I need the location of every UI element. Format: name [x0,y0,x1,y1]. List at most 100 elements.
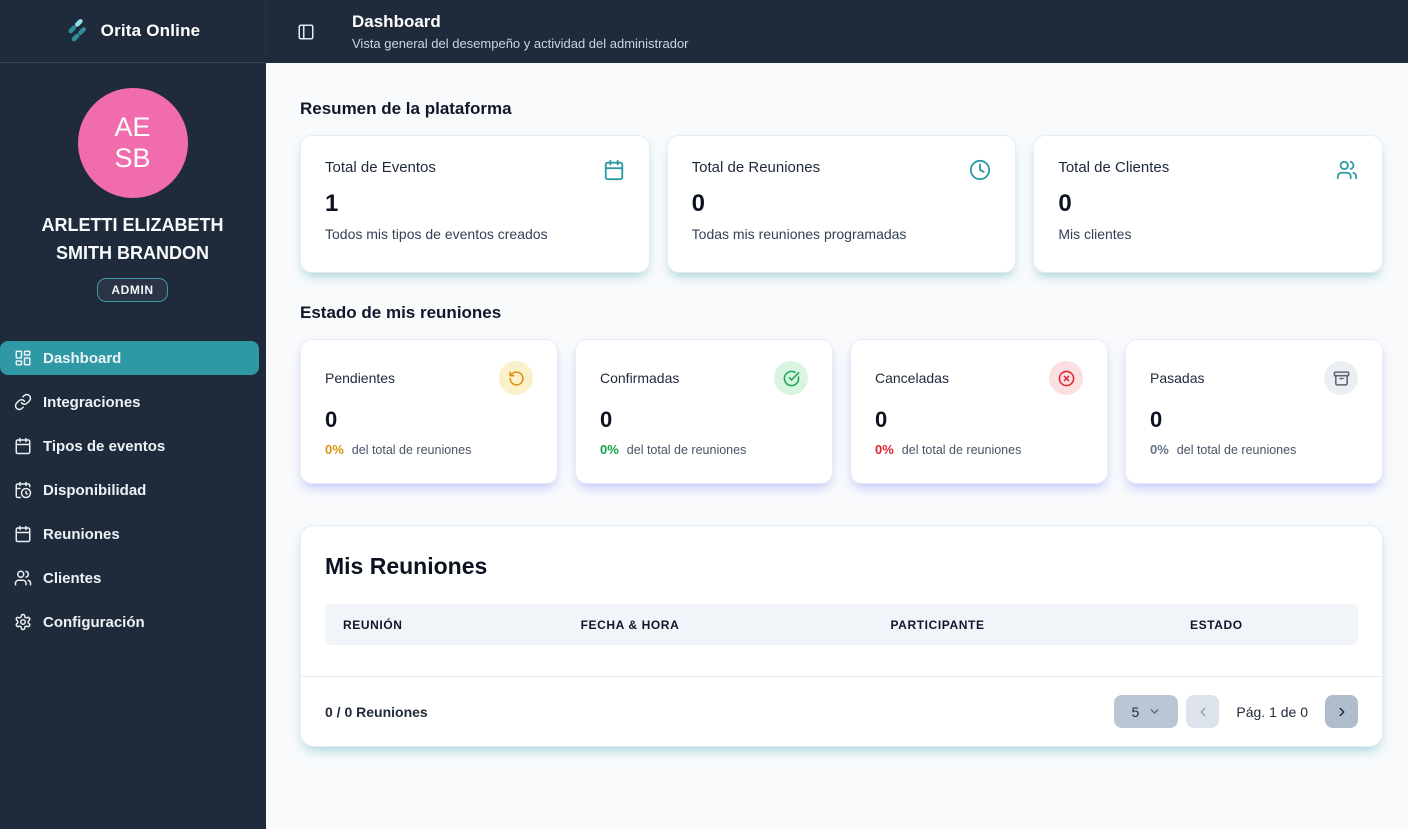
next-page-button[interactable] [1325,695,1358,728]
card-percent: 0% [875,442,894,457]
card-value: 0 [600,407,613,432]
column-header-participante: PARTICIPANTE [890,617,985,632]
card-title: Canceladas [875,370,949,386]
card-value: 0 [325,407,338,432]
content: Resumen de la plataforma Total de Evento… [266,63,1408,747]
card-total-reuniones: Total de Reuniones 0 Todas mis reuniones… [666,135,1017,273]
card-percent: 0% [325,442,344,457]
sidebar-item-label: Reuniones [43,525,120,543]
page-title: Dashboard [352,12,441,31]
link-icon [14,393,32,411]
meetings-card: Mis Reuniones REUNIÓN FECHA & HORA PARTI… [300,525,1383,747]
calendar-icon [603,159,625,181]
card-description: Todos mis tipos de eventos creados [325,226,548,242]
prev-page-button[interactable] [1186,695,1220,728]
sidebar-item-configuracion[interactable]: Configuración [0,605,259,639]
sidebar-item-clientes[interactable]: Clientes [0,561,259,595]
card-title: Confirmadas [600,370,680,386]
users-icon [1336,159,1358,181]
avatar-initials-line2: SB [114,143,151,173]
status-section: Estado de mis reuniones Pendientes 0 0% … [300,303,1383,484]
card-title: Total de Reuniones [691,159,821,176]
summary-section: Resumen de la plataforma Total de Evento… [300,99,1383,273]
sidebar-item-label: Disponibilidad [43,481,147,499]
brand-logo-icon [65,18,91,44]
sidebar-item-label: Tipos de eventos [43,437,166,455]
sidebar-item-label: Clientes [43,569,102,587]
pagination: 5 Pág. 1 de 0 [1114,695,1358,728]
circle-check-icon [774,361,808,395]
calendar-clock-icon [14,481,32,499]
card-total-clientes: Total de Clientes 0 Mis clientes [1033,135,1383,273]
card-pendientes: Pendientes 0 0% del total de reuniones [300,339,558,484]
card-percent-label: del total de reuniones [351,442,472,457]
circle-x-icon [1049,361,1083,395]
sidebar-item-integraciones[interactable]: Integraciones [0,385,259,419]
table-footer: 0 / 0 Reuniones 5 Pág. 1 de 0 [301,676,1382,746]
card-confirmadas: Confirmadas 0 0% del total de reuniones [575,339,833,484]
sidebar-item-reuniones[interactable]: Reuniones [0,517,259,551]
card-description: Mis clientes [1058,226,1132,242]
card-value: 0 [1150,407,1163,432]
calendar-icon [14,437,32,455]
user-name-line1: ARLETTI ELIZABETH [41,215,224,235]
card-percent: 0% [1150,442,1169,457]
card-title: Total de Eventos [325,159,436,176]
brand: Orita Online [0,0,265,63]
status-heading: Estado de mis reuniones [300,303,502,322]
avatar-initials-line1: AE [114,112,151,142]
archive-icon [1324,361,1358,395]
sidebar: Orita Online AE SB ARLETTI ELIZABETH SMI… [0,0,266,829]
sidebar-toggle-icon[interactable] [297,23,315,41]
avatar: AE SB [77,88,188,198]
top-header: Dashboard Vista general del desempeño y … [266,0,1408,63]
sidebar-nav: Dashboard Integraciones Tipos de eventos… [0,341,265,649]
sidebar-item-disponibilidad[interactable]: Disponibilidad [0,473,259,507]
brand-name: Orita Online [100,21,201,40]
page-size-value: 5 [1131,703,1140,720]
card-percent: 0% [600,442,619,457]
column-header-estado: ESTADO [1190,617,1243,632]
chevron-down-icon [1148,705,1161,718]
column-header-fecha-hora: FECHA & HORA [580,617,680,632]
sidebar-item-tipos-de-eventos[interactable]: Tipos de eventos [0,429,259,463]
table-empty-body [325,645,1358,676]
card-value: 0 [1058,190,1072,217]
sidebar-item-label: Dashboard [43,349,122,367]
main-area: Dashboard Vista general del desempeño y … [266,0,1408,829]
role-badge: ADMIN [97,278,168,302]
card-percent-label: del total de reuniones [1176,442,1297,457]
sidebar-item-label: Integraciones [43,393,141,411]
page-size-select[interactable]: 5 [1114,695,1179,728]
card-value: 0 [691,190,706,217]
card-title: Total de Clientes [1058,159,1170,176]
layout-dashboard-icon [14,349,32,367]
card-value: 1 [325,190,339,217]
card-title: Pendientes [325,370,396,386]
page-indicator: Pág. 1 de 0 [1236,703,1308,720]
card-pasadas: Pasadas 0 0% del total de reuniones [1125,339,1383,484]
summary-heading: Resumen de la plataforma [300,99,512,118]
user-name-line2: SMITH BRANDON [56,243,209,263]
card-percent-label: del total de reuniones [901,442,1022,457]
calendar-icon [14,525,32,543]
card-total-eventos: Total de Eventos 1 Todos mis tipos de ev… [300,135,650,273]
table-header-row: REUNIÓN FECHA & HORA PARTICIPANTE ESTADO [325,604,1358,645]
card-percent-label: del total de reuniones [626,442,747,457]
user-name: ARLETTI ELIZABETH SMITH BRANDON [42,211,224,267]
sidebar-item-dashboard[interactable]: Dashboard [0,341,259,375]
chevron-left-icon [1196,705,1210,719]
gear-icon [14,613,32,631]
user-profile: AE SB ARLETTI ELIZABETH SMITH BRANDON AD… [0,63,265,302]
meetings-title: Mis Reuniones [325,553,488,579]
meetings-count: 0 / 0 Reuniones [325,703,428,720]
column-header-reunion: REUNIÓN [343,617,403,632]
card-value: 0 [875,407,888,432]
users-icon [14,569,32,587]
card-description: Todas mis reuniones programadas [691,226,907,242]
card-title: Pasadas [1150,370,1205,386]
rotate-ccw-icon [499,361,533,395]
chevron-right-icon [1335,705,1349,719]
sidebar-item-label: Configuración [43,613,145,631]
card-canceladas: Canceladas 0 0% del total de reuniones [850,339,1108,484]
